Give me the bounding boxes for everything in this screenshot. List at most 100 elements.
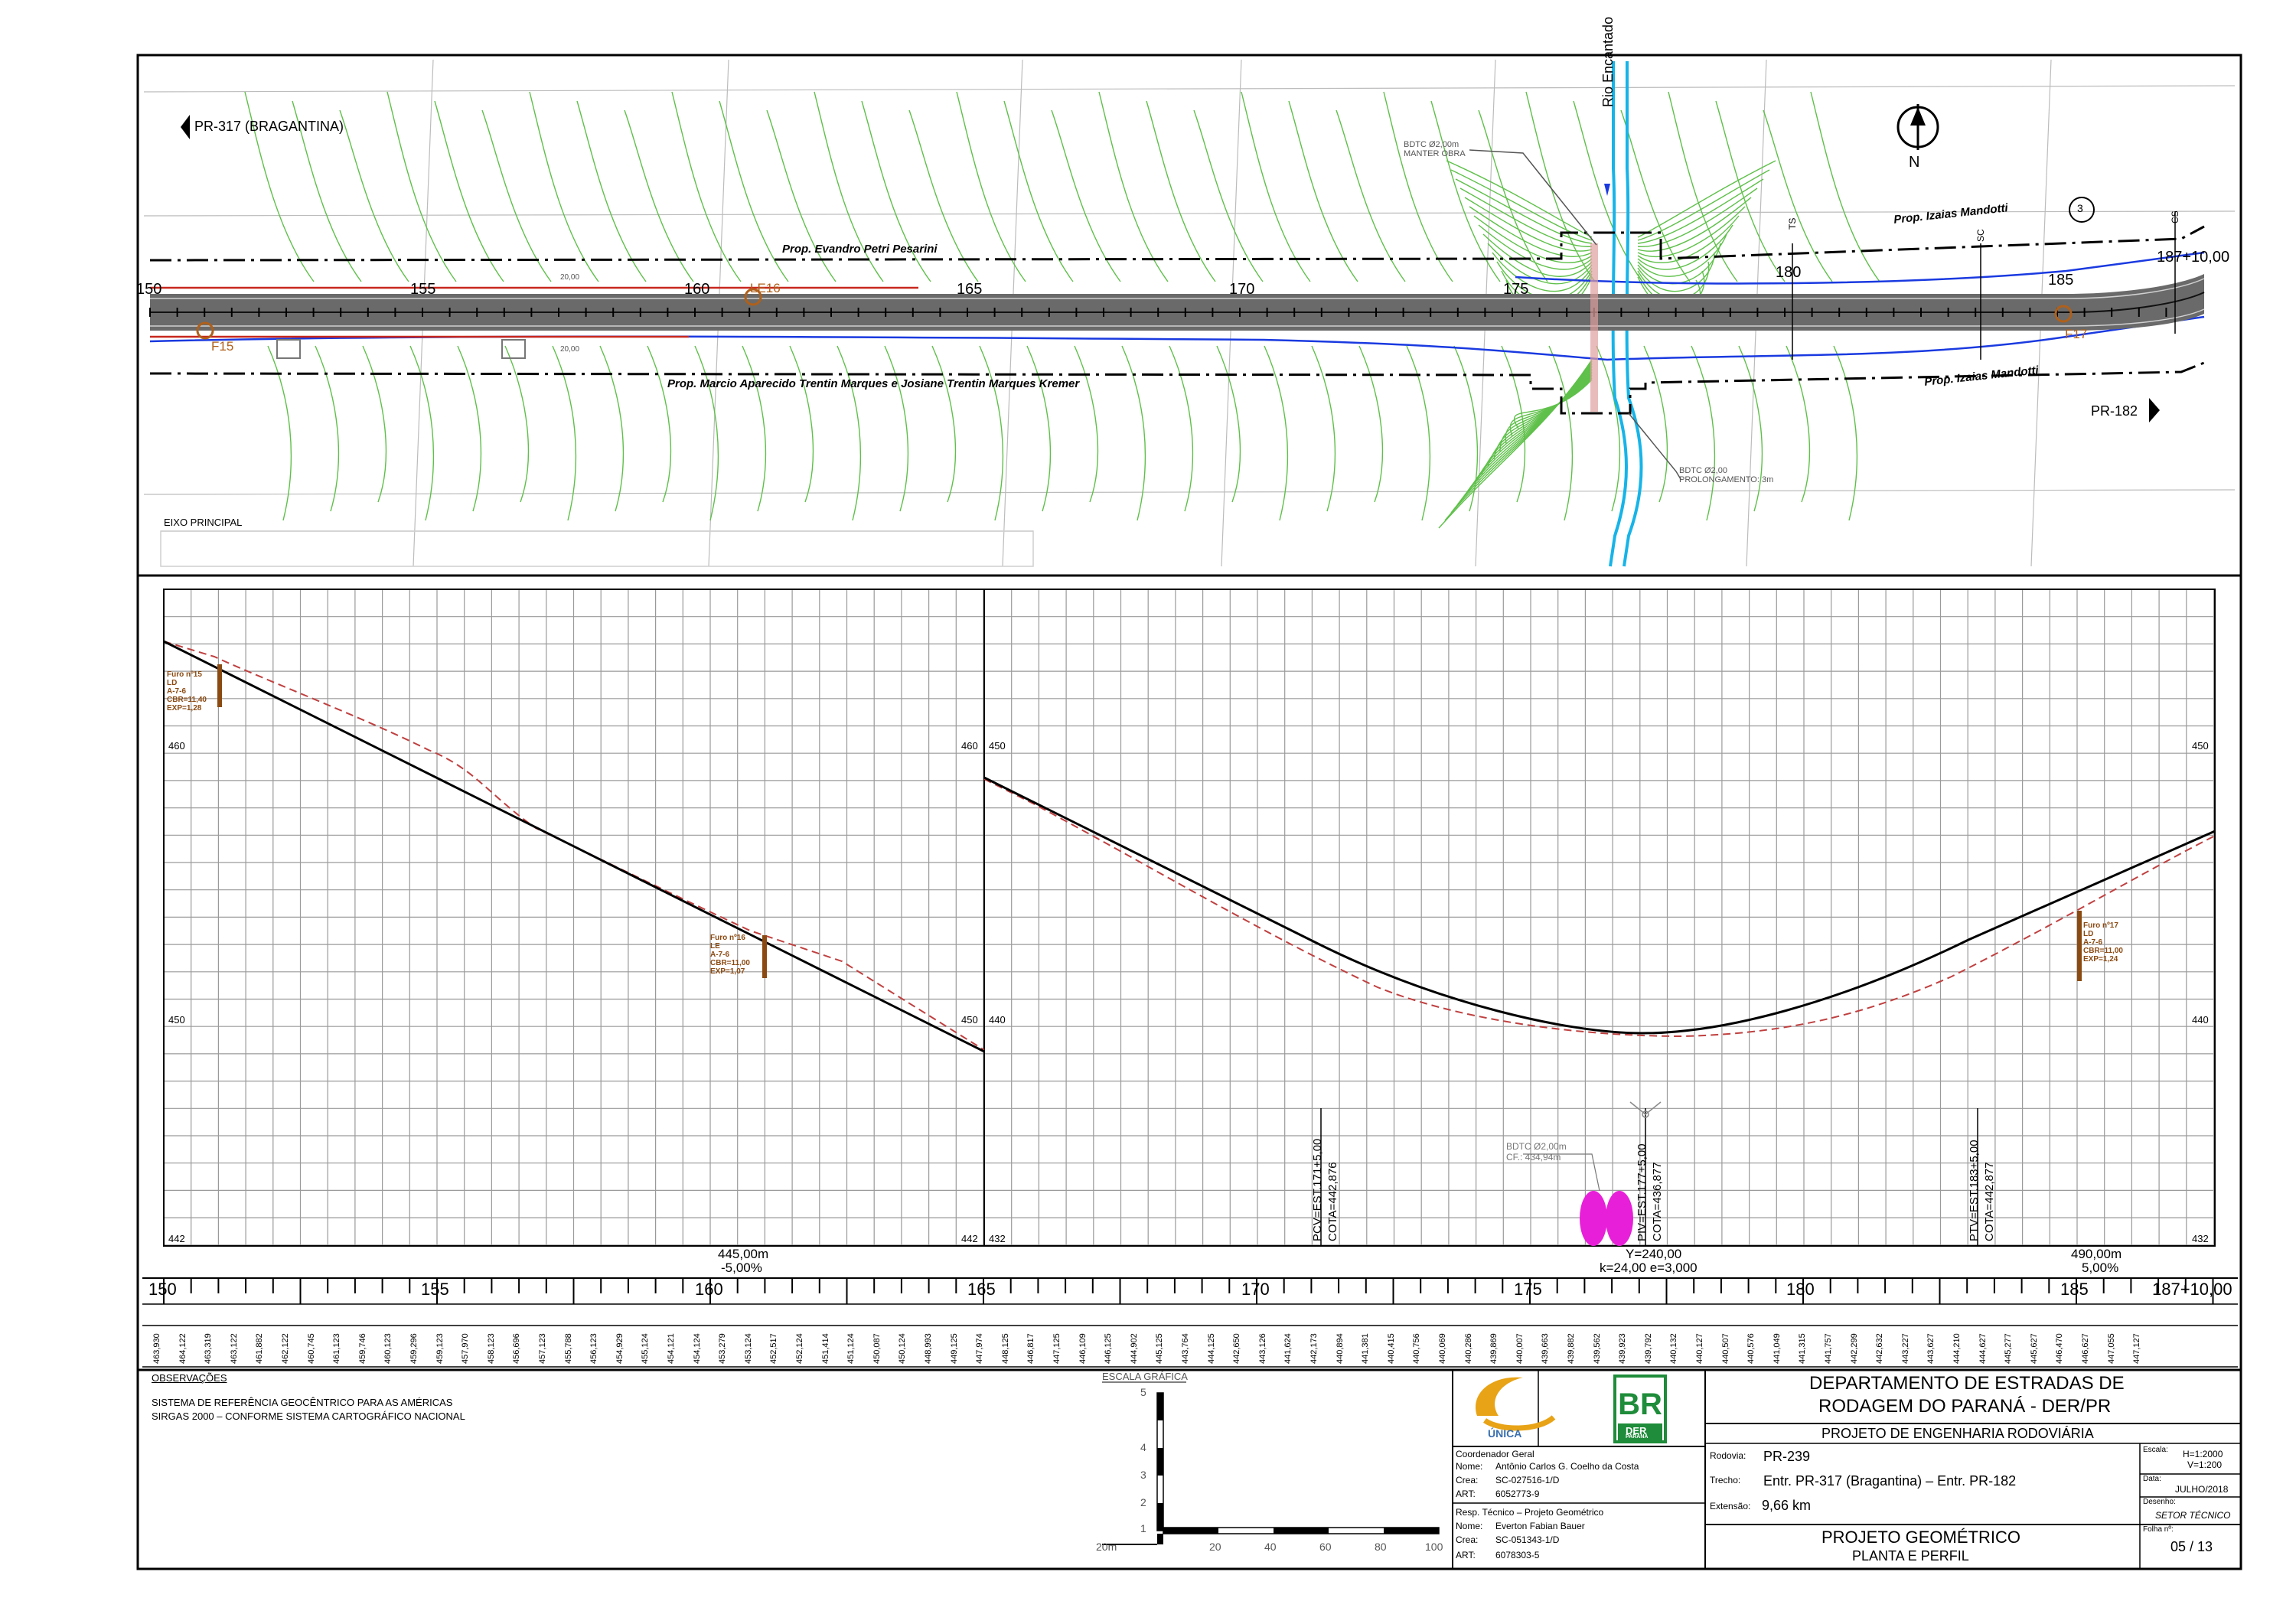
escala-v: V=1:200 [2187,1459,2223,1470]
unica-logo-text: ÚNICA [1488,1427,1522,1440]
tech-name: Everton Fabian Bauer [1495,1521,1585,1531]
north-label: N [1909,154,1920,171]
left-tick-450-r: 450 [961,1014,978,1026]
elevation-value: 459,746 [357,1333,367,1364]
ts-label: TS [1787,217,1798,230]
elevation-value: 441,624 [1283,1333,1293,1364]
elevation-value: 441,757 [1824,1333,1833,1364]
elevation-value: 446,817 [1026,1333,1036,1364]
scale-h-60: 60 [1319,1541,1332,1553]
profile-station-185: 185 [2060,1280,2089,1299]
elevation-value: 447,055 [2106,1333,2116,1364]
right-tick-450-l: 450 [989,740,1006,752]
elevation-value: 441,381 [1361,1333,1371,1364]
elevation-value: 463,930 [152,1333,161,1364]
property-top-label: Prop. Evandro Petri Pesarini [782,243,938,256]
drawing-title: PROJETO GEOMÉTRICO [1821,1528,2020,1547]
ptv-elevation: COTA=442,877 [1983,1162,1996,1241]
plan-station-160: 160 [684,281,710,298]
elevation-value: 440,415 [1386,1333,1396,1364]
elevation-value: 450,087 [872,1333,882,1364]
der-logo-subtext: PARANÁ [1626,1434,1649,1440]
observation-line-2: SIRGAS 2000 – CONFORME SISTEMA CARTOGRÁF… [152,1410,465,1422]
scale-v-1: 1 [1140,1522,1146,1534]
pcv-elevation: COTA=442,876 [1326,1162,1339,1241]
axis-label: EIXO PRINCIPAL [164,517,243,528]
direction-left-label: PR-317 (BRAGANTINA) [194,119,344,134]
elevation-value: 440,007 [1515,1333,1525,1364]
elevation-value: 442,632 [1875,1333,1885,1364]
offset-label-top: 20,00 [560,273,580,282]
soil-15: Furo nº15 LD A-7-6 CBR=11,40 EXP=1,28 [167,670,207,713]
der-logo-icon: BR [1618,1388,1662,1421]
elevation-value: 453,279 [718,1333,728,1364]
coordinator-name: Antônio Carlos G. Coelho da Costa [1495,1461,1639,1472]
vertical-curve-params: k=24,00 e=3,000 [1600,1260,1698,1275]
elevation-value: 454,929 [615,1333,625,1364]
borehole-f15-label: F15 [211,339,234,354]
elevation-value: 445,277 [2004,1333,2014,1364]
elevation-value: 443,126 [1257,1333,1267,1364]
folha-value: 05 / 13 [2170,1539,2213,1554]
grade-right-percent: 5,00% [2082,1260,2119,1275]
elevation-value: 449,125 [949,1333,959,1364]
lot-number: 3 [2077,202,2083,214]
escala-h: H=1:2000 [2183,1449,2223,1459]
elevation-value: 460,123 [383,1333,393,1364]
plan-station-180: 180 [1776,264,1802,281]
left-tick-460-l: 460 [168,740,185,752]
left-tick-442-l: 442 [168,1233,185,1244]
elevation-value: 443,627 [1926,1333,1936,1364]
elevation-value: 444,902 [1129,1333,1139,1364]
profile-station-165: 165 [967,1280,996,1299]
plan-view [143,59,2236,567]
elevation-value: 446,109 [1078,1333,1088,1364]
elevation-value: 439,562 [1592,1333,1602,1364]
scale-v-5: 5 [1140,1386,1146,1398]
elevation-value: 456,696 [512,1333,522,1364]
observations-heading: OBSERVAÇÕES [152,1372,227,1384]
profile-culvert-elevation: CF.: 434,94m [1506,1152,1561,1163]
elevation-value: 456,123 [589,1333,599,1364]
elevation-value: 464,122 [178,1333,188,1364]
elevation-value: 461,123 [332,1333,342,1364]
trecho-label: Trecho: [1710,1475,1741,1485]
right-tick-432-r: 432 [2192,1233,2209,1244]
profile-station-150: 150 [148,1280,177,1299]
culvert-bottom-line1: BDTC Ø2,00 [1679,466,1727,475]
folha-label: Folha nº: [2143,1525,2174,1534]
right-tick-440-r: 440 [2192,1014,2209,1026]
profile-end-station: 187+10,00 [2152,1280,2232,1299]
cs-label: CS [2170,210,2180,223]
ptv-station: PTV=EST.183+5,00 [1968,1140,1981,1241]
data-label: Data: [2143,1475,2161,1483]
grade-right-length: 490,00m [2071,1247,2122,1261]
elevation-value: 446,125 [1104,1333,1114,1364]
plan-end-station: 187+10,00 [2157,249,2230,266]
coordinator-art: 6052773-9 [1495,1489,1540,1499]
scale-h-100: 100 [1425,1541,1443,1553]
elevation-value: 440,286 [1463,1333,1473,1364]
elevation-value: 445,627 [2029,1333,2039,1364]
plan-station-155: 155 [410,281,436,298]
rodovia-label: Rodovia: [1710,1450,1746,1461]
scale-h-20m: 20m [1096,1541,1117,1553]
elevation-value: 455,124 [641,1333,651,1364]
elevation-value: 452,517 [769,1333,779,1364]
elevation-value: 453,124 [743,1333,753,1364]
rodovia-value: PR-239 [1763,1449,1811,1464]
elevation-value: 454,124 [692,1333,702,1364]
direction-right-label: PR-182 [2091,403,2138,419]
offset-label-bottom: 20,00 [560,345,580,354]
left-tick-460-r: 460 [961,740,978,752]
elevation-value: 448,125 [1000,1333,1010,1364]
elevation-value: 439,869 [1489,1333,1499,1364]
tech-crea-label: Crea: [1456,1534,1479,1545]
coordinator-name-label: Nome: [1456,1461,1483,1472]
elevation-value: 445,125 [1155,1333,1165,1364]
elevation-value: 459,123 [435,1333,445,1364]
elevation-value: 442,173 [1309,1333,1319,1364]
elevation-value: 463,319 [204,1333,214,1364]
unica-logo-icon [1476,1377,1523,1416]
elevation-value: 444,125 [1206,1333,1216,1364]
